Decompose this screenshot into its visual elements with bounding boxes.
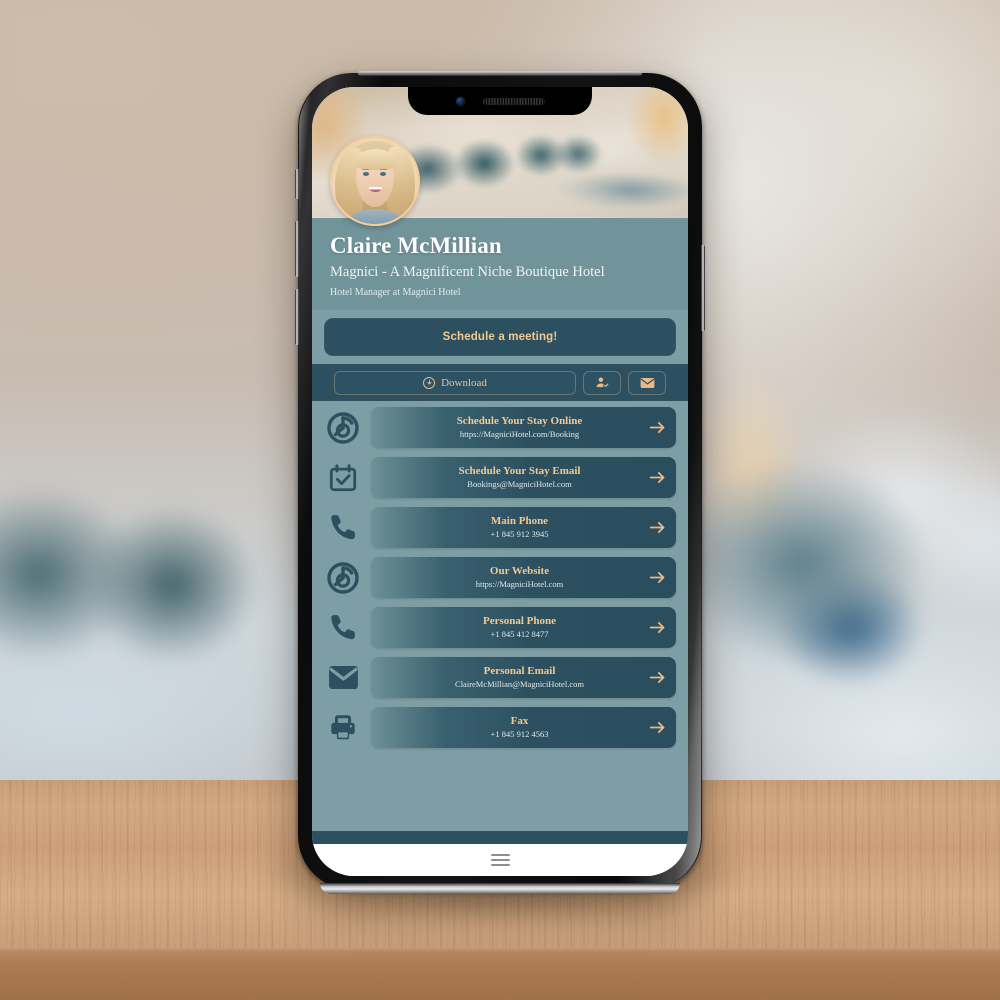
phone-screen: Claire McMillian Magnici - A Magnificent…	[312, 87, 688, 876]
phone-device: Claire McMillian Magnici - A Magnificent…	[295, 71, 705, 894]
link-title: Personal Email	[483, 664, 556, 677]
arrow-right-icon[interactable]	[646, 570, 668, 585]
avatar-eye-left	[362, 172, 369, 177]
link-text: Schedule Your Stay Email Bookings@Magnic…	[371, 465, 646, 490]
link-subtitle: Bookings@MagniciHotel.com	[467, 478, 572, 489]
link-title: Schedule Your Stay Email	[458, 464, 581, 477]
list-item[interactable]: Personal Email ClaireMcMillian@MagniciHo…	[324, 657, 676, 698]
avatar-brow-right	[379, 168, 388, 170]
phone-icon	[324, 509, 362, 547]
scene: Claire McMillian Magnici - A Magnificent…	[0, 0, 1000, 1000]
download-icon	[423, 376, 436, 389]
link-card[interactable]: Schedule Your Stay Email Bookings@Magnic…	[371, 457, 676, 498]
link-card[interactable]: Main Phone +1 845 912 3945	[371, 507, 676, 548]
link-subtitle: ClaireMcMillian@MagniciHotel.com	[455, 678, 584, 689]
list-item[interactable]: Main Phone +1 845 912 3945	[324, 507, 676, 548]
link-text: Schedule Your Stay Online https://Magnic…	[371, 415, 646, 440]
avatar-brow-left	[361, 168, 370, 170]
phone-volume-down-button[interactable]	[295, 289, 299, 345]
link-title: Our Website	[489, 564, 550, 577]
download-button[interactable]: Download	[334, 370, 576, 395]
hamburger-line	[490, 854, 510, 856]
profile-name: Claire McMillian	[330, 233, 502, 258]
printer-icon	[324, 709, 362, 747]
envelope-icon	[640, 377, 654, 388]
list-item[interactable]: Our Website https://MagniciHotel.com	[324, 557, 676, 598]
link-card[interactable]: Personal Email ClaireMcMillian@MagniciHo…	[371, 657, 676, 698]
list-item[interactable]: Fax +1 845 912 4563	[324, 707, 676, 748]
action-button-row: Download	[312, 364, 688, 401]
link-title: Main Phone	[490, 514, 549, 527]
profile-role: Hotel Manager at Magnici Hotel	[330, 286, 461, 298]
schedule-meeting-button[interactable]: Schedule a meeting!	[324, 318, 676, 356]
hamburger-line	[490, 864, 510, 866]
contact-links-list: Schedule Your Stay Online https://Magnic…	[312, 401, 688, 876]
arrow-right-icon[interactable]	[646, 720, 668, 735]
phone-icon	[324, 609, 362, 647]
chrome-browser-icon	[324, 409, 362, 447]
phone-volume-up-button[interactable]	[295, 221, 299, 277]
arrow-right-icon[interactable]	[646, 620, 668, 635]
identity-band: Claire McMillian Magnici - A Magnificent…	[312, 218, 688, 310]
phone-bottom-chrome	[320, 883, 680, 894]
phone-notch	[408, 87, 592, 115]
link-text: Personal Phone +1 845 412 8477	[371, 615, 646, 640]
list-item[interactable]: Schedule Your Stay Email Bookings@Magnic…	[324, 457, 676, 498]
earpiece-speaker-icon	[482, 97, 545, 105]
link-title: Fax	[510, 714, 529, 727]
arrow-right-icon[interactable]	[646, 670, 668, 685]
link-text: Personal Email ClaireMcMillian@MagniciHo…	[371, 665, 646, 690]
phone-mute-switch[interactable]	[295, 169, 299, 199]
avatar	[330, 136, 420, 226]
list-item[interactable]: Personal Phone +1 845 412 8477	[324, 607, 676, 648]
link-subtitle: https://MagniciHotel.com	[475, 578, 564, 589]
avatar-fringe	[353, 149, 397, 170]
calendar-check-icon	[324, 459, 362, 497]
link-card[interactable]: Our Website https://MagniciHotel.com	[371, 557, 676, 598]
envelope-icon	[324, 659, 362, 697]
link-text: Fax +1 845 912 4563	[371, 715, 646, 740]
chrome-browser-icon	[324, 559, 362, 597]
link-title: Personal Phone	[482, 614, 557, 627]
phone-power-button[interactable]	[701, 245, 705, 331]
link-text: Our Website https://MagniciHotel.com	[371, 565, 646, 590]
page-bottom-band	[312, 831, 688, 844]
profile-tagline: Magnici - A Magnificent Niche Boutique H…	[330, 263, 605, 280]
link-subtitle: +1 845 912 3945	[490, 528, 549, 539]
link-subtitle: https://MagniciHotel.com/Booking	[459, 428, 580, 439]
link-card[interactable]: Schedule Your Stay Online https://Magnic…	[371, 407, 676, 448]
arrow-right-icon[interactable]	[646, 520, 668, 535]
person-add-icon	[596, 377, 608, 388]
schedule-meeting-section: Schedule a meeting!	[312, 310, 688, 364]
front-camera-icon	[455, 96, 465, 106]
link-card[interactable]: Personal Phone +1 845 412 8477	[371, 607, 676, 648]
background-wood-table-edge	[0, 948, 1000, 1000]
email-action-button[interactable]	[628, 370, 666, 395]
phone-top-antenna-band	[358, 71, 642, 76]
link-subtitle: +1 845 912 4563	[490, 728, 549, 739]
list-item[interactable]: Schedule Your Stay Online https://Magnic…	[324, 407, 676, 448]
link-subtitle: +1 845 412 8477	[490, 628, 549, 639]
link-text: Main Phone +1 845 912 3945	[371, 515, 646, 540]
hamburger-line	[490, 859, 510, 861]
link-title: Schedule Your Stay Online	[456, 414, 583, 427]
arrow-right-icon[interactable]	[646, 420, 668, 435]
link-card[interactable]: Fax +1 845 912 4563	[371, 707, 676, 748]
download-label: Download	[441, 376, 487, 389]
browser-bottom-bar	[312, 844, 688, 876]
save-contact-button[interactable]	[583, 370, 621, 395]
hamburger-menu-icon[interactable]	[490, 854, 510, 866]
arrow-right-icon[interactable]	[646, 470, 668, 485]
